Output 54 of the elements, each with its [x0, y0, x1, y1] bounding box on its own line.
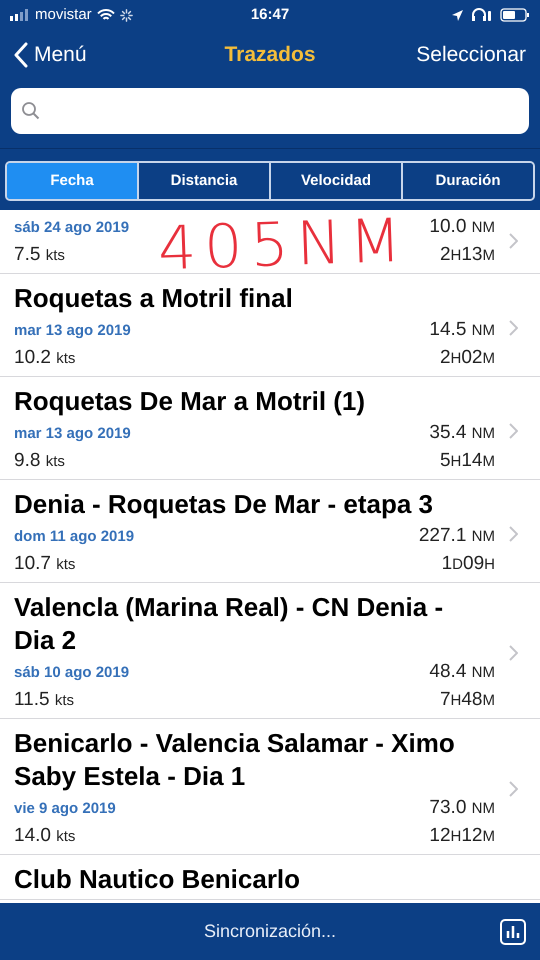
track-date: dom 11 ago 2019	[14, 527, 134, 547]
back-button[interactable]: Menú	[14, 39, 87, 71]
track-date: sáb 10 ago 2019	[14, 663, 130, 683]
track-speed: 10.7 kts	[14, 552, 76, 576]
chevron-right-icon	[509, 422, 518, 438]
track-distance: 48.4 NM	[429, 660, 495, 684]
track-distance: 14.5 NM	[429, 318, 495, 342]
track-speed: 11.5 kts	[14, 688, 74, 712]
track-title: Roquetas De Mar a Motril (1)	[14, 385, 366, 418]
search-icon	[21, 101, 41, 121]
chevron-right-icon	[509, 320, 518, 336]
location-arrow-icon	[451, 8, 464, 22]
chevron-right-icon	[509, 781, 518, 797]
chevron-right-icon	[509, 645, 518, 661]
sort-tab[interactable]: Duración	[401, 163, 533, 199]
track-speed: 9.8 kts	[14, 449, 65, 473]
handwritten-annotation: 405NM	[156, 210, 410, 282]
chevron-right-icon	[509, 233, 518, 249]
headphones-icon	[471, 8, 493, 22]
track-date: sáb 24 ago 2019	[14, 218, 130, 238]
track-title: Roquetas a Motril final	[14, 282, 294, 315]
spinner-icon	[120, 8, 133, 22]
select-button[interactable]: Seleccionar	[416, 39, 526, 71]
track-duration: 12H12M	[429, 824, 495, 848]
track-distance: 227.1 NM	[418, 524, 495, 548]
sync-status: Sincronización...	[204, 920, 336, 943]
track-duration: 2H02M	[440, 346, 495, 370]
track-distance: 73.0 NM	[429, 796, 495, 820]
track-duration: 5H14M	[440, 449, 495, 473]
track-speed: 7.5 kts	[14, 243, 65, 267]
status-time: 16:47	[250, 4, 290, 25]
track-speed: 10.2 kts	[14, 346, 76, 370]
track-title: Valencla (Marina Real) - CN Denia - Dia 2	[14, 591, 444, 657]
search-field[interactable]	[11, 88, 529, 134]
track-date: mar 13 ago 2019	[14, 424, 131, 444]
chart-icon[interactable]	[500, 918, 526, 944]
carrier-name: movistar	[35, 4, 92, 25]
track-date: mar 13 ago 2019	[14, 321, 131, 341]
screen-title: Trazados	[224, 42, 316, 68]
track-speed: 14.0 kts	[14, 824, 76, 848]
track-duration: 2H13M	[440, 243, 495, 267]
wifi-icon	[96, 8, 115, 22]
track-date: vie 9 ago 2019	[14, 799, 116, 819]
battery-icon	[500, 8, 530, 22]
track-title: Club Nautico Benicarlo	[14, 863, 302, 896]
chevron-left-icon	[14, 42, 28, 68]
track-title: Denia - Roquetas De Mar - etapa 3	[14, 488, 434, 521]
track-title: Benicarlo - Valencia Salamar - Ximo Saby Estela - Dia 1	[14, 727, 456, 793]
track-distance: 10.0 NM	[429, 215, 495, 239]
track-duration: 7H48M	[440, 688, 495, 712]
chevron-right-icon	[509, 526, 518, 542]
track-duration: 1D09H	[442, 552, 495, 576]
signal-icon	[10, 9, 30, 21]
track-distance: 35.4 NM	[429, 421, 495, 445]
